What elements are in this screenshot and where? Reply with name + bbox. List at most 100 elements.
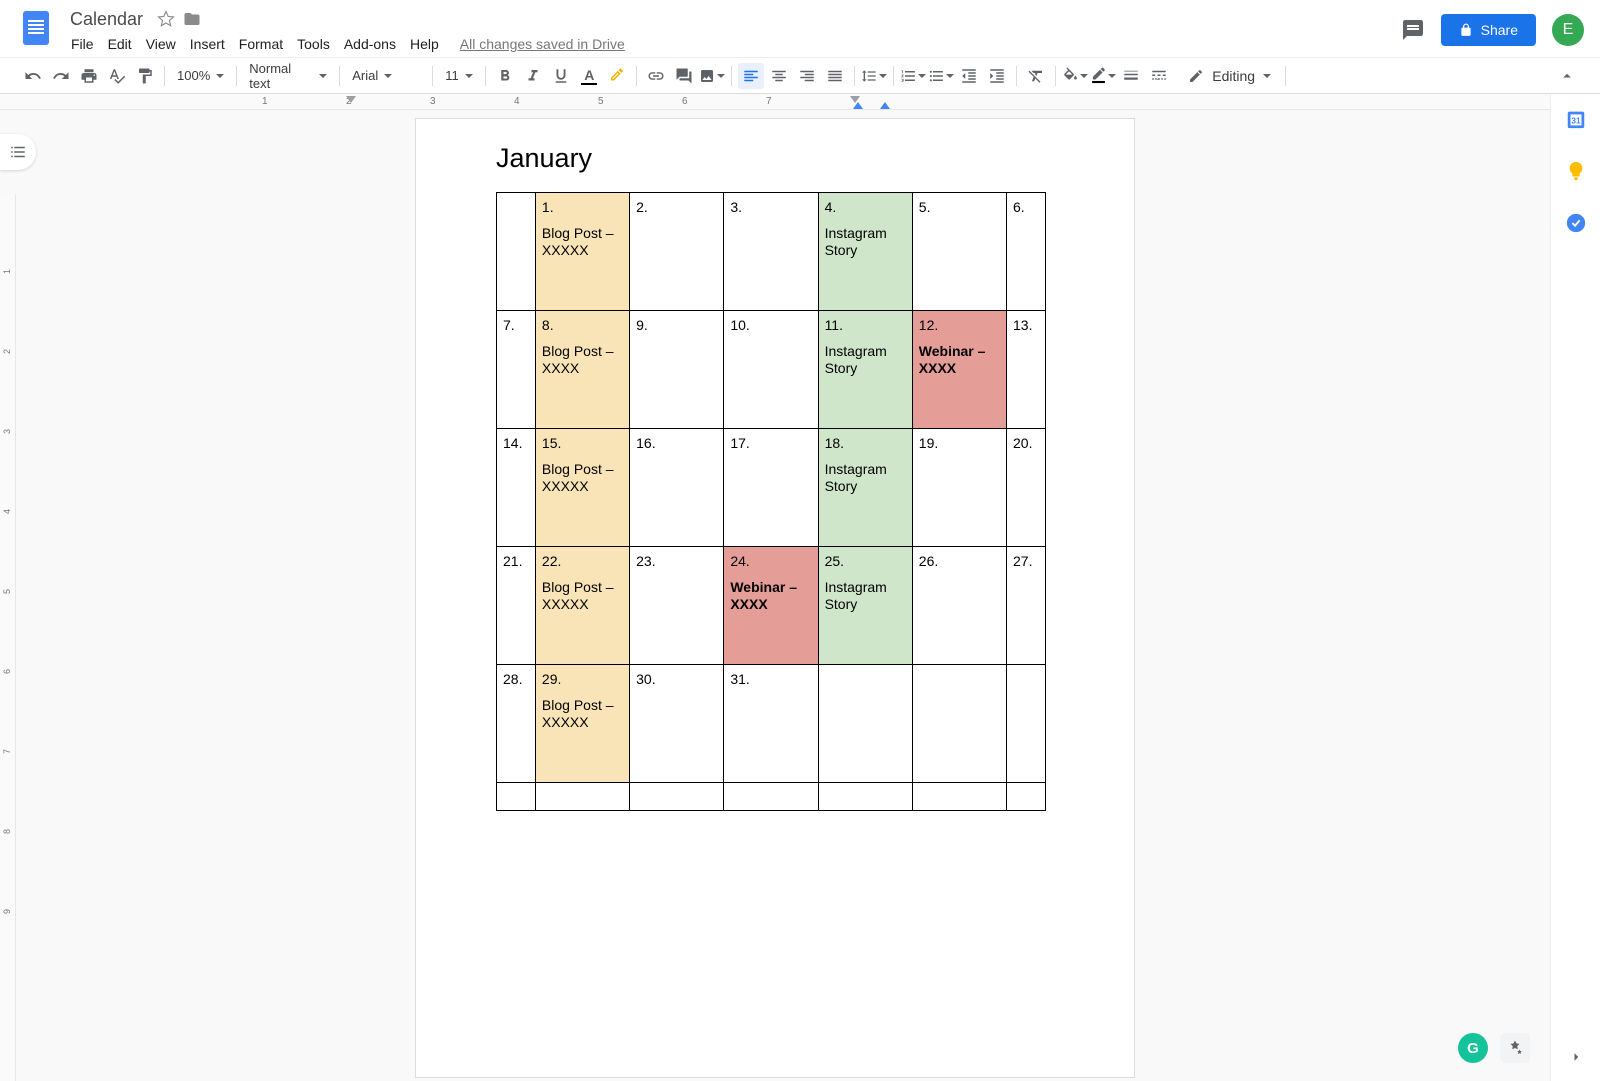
calendar-cell[interactable]: [630, 783, 724, 811]
calendar-cell[interactable]: 28.: [497, 665, 536, 783]
insert-link-button[interactable]: [643, 63, 669, 89]
calendar-cell[interactable]: 25.Instagram Story: [818, 547, 912, 665]
page-scroll-area[interactable]: 1 2 3 4 5 6 7 January 1.Blog Post – XXXX…: [0, 94, 1550, 1081]
calendar-addon-icon[interactable]: 31: [1565, 108, 1587, 130]
star-icon[interactable]: [157, 10, 175, 28]
align-right-button[interactable]: [794, 63, 820, 89]
calendar-cell[interactable]: 7.: [497, 311, 536, 429]
calendar-cell[interactable]: 12.Webinar – XXXX: [912, 311, 1006, 429]
calendar-cell[interactable]: 18.Instagram Story: [818, 429, 912, 547]
calendar-cell[interactable]: 17.: [724, 429, 818, 547]
document-title[interactable]: Calendar: [64, 9, 149, 30]
fill-color-button[interactable]: [1062, 63, 1088, 89]
line-spacing-button[interactable]: [861, 63, 887, 89]
clear-formatting-button[interactable]: [1023, 63, 1049, 89]
border-style-button[interactable]: [1146, 63, 1172, 89]
calendar-cell[interactable]: [724, 783, 818, 811]
menu-help[interactable]: Help: [403, 32, 446, 56]
save-status[interactable]: All changes saved in Drive: [460, 36, 625, 52]
menu-insert[interactable]: Insert: [183, 32, 232, 56]
bold-button[interactable]: [492, 63, 518, 89]
calendar-cell[interactable]: 31.: [724, 665, 818, 783]
calendar-cell[interactable]: 3.: [724, 193, 818, 311]
calendar-cell[interactable]: 20.: [1007, 429, 1046, 547]
spellcheck-button[interactable]: [104, 63, 130, 89]
calendar-cell[interactable]: [818, 783, 912, 811]
undo-button[interactable]: [20, 63, 46, 89]
menu-format[interactable]: Format: [232, 32, 290, 56]
highlight-button[interactable]: [604, 63, 630, 89]
account-avatar[interactable]: E: [1552, 14, 1584, 46]
paragraph-style-select[interactable]: Normal text: [243, 64, 333, 88]
align-left-button[interactable]: [738, 63, 764, 89]
calendar-cell[interactable]: 27.: [1007, 547, 1046, 665]
calendar-cell[interactable]: 4.Instagram Story: [818, 193, 912, 311]
border-color-button[interactable]: [1090, 63, 1116, 89]
paint-format-button[interactable]: [132, 63, 158, 89]
underline-button[interactable]: [548, 63, 574, 89]
calendar-cell[interactable]: 24.Webinar – XXXX: [724, 547, 818, 665]
calendar-table[interactable]: 1.Blog Post – XXXXX2.3.4.Instagram Story…: [496, 192, 1046, 811]
menu-tools[interactable]: Tools: [290, 32, 337, 56]
calendar-cell[interactable]: [912, 665, 1006, 783]
calendar-cell[interactable]: 8.Blog Post – XXXX: [535, 311, 629, 429]
border-width-button[interactable]: [1118, 63, 1144, 89]
menu-addons[interactable]: Add-ons: [337, 32, 403, 56]
menu-view[interactable]: View: [139, 32, 183, 56]
italic-button[interactable]: [520, 63, 546, 89]
font-select[interactable]: Arial: [346, 64, 426, 88]
comments-icon[interactable]: [1401, 18, 1425, 42]
collapse-toolbar-button[interactable]: [1554, 63, 1580, 89]
calendar-cell[interactable]: [497, 783, 536, 811]
calendar-cell[interactable]: 14.: [497, 429, 536, 547]
grammarly-button[interactable]: G: [1458, 1033, 1488, 1063]
side-panel-expand-button[interactable]: [1564, 1045, 1588, 1069]
calendar-cell[interactable]: 10.: [724, 311, 818, 429]
calendar-cell[interactable]: [818, 665, 912, 783]
calendar-cell[interactable]: 21.: [497, 547, 536, 665]
align-center-button[interactable]: [766, 63, 792, 89]
calendar-cell[interactable]: 16.: [630, 429, 724, 547]
calendar-cell[interactable]: 26.: [912, 547, 1006, 665]
mode-select[interactable]: Editing: [1180, 68, 1279, 84]
move-folder-icon[interactable]: [183, 10, 201, 28]
calendar-cell[interactable]: 11.Instagram Story: [818, 311, 912, 429]
calendar-cell[interactable]: 22.Blog Post – XXXXX: [535, 547, 629, 665]
calendar-cell[interactable]: 15.Blog Post – XXXXX: [535, 429, 629, 547]
explore-button[interactable]: [1500, 1033, 1530, 1063]
calendar-cell[interactable]: [1007, 783, 1046, 811]
calendar-cell[interactable]: [1007, 665, 1046, 783]
font-size-select[interactable]: 11: [439, 64, 479, 88]
calendar-cell[interactable]: 19.: [912, 429, 1006, 547]
tasks-addon-icon[interactable]: [1565, 212, 1587, 234]
calendar-cell[interactable]: 23.: [630, 547, 724, 665]
calendar-cell[interactable]: 30.: [630, 665, 724, 783]
bulleted-list-button[interactable]: [928, 63, 954, 89]
docs-logo[interactable]: [16, 8, 56, 48]
horizontal-ruler[interactable]: 1 2 3 4 5 6 7: [0, 94, 1550, 110]
calendar-cell[interactable]: [535, 783, 629, 811]
calendar-cell[interactable]: 6.: [1007, 193, 1046, 311]
print-button[interactable]: [76, 63, 102, 89]
calendar-cell[interactable]: 1.Blog Post – XXXXX: [535, 193, 629, 311]
document-page[interactable]: January 1.Blog Post – XXXXX2.3.4.Instagr…: [415, 118, 1135, 1078]
calendar-cell[interactable]: 9.: [630, 311, 724, 429]
numbered-list-button[interactable]: [900, 63, 926, 89]
insert-comment-button[interactable]: [671, 63, 697, 89]
menu-file[interactable]: File: [64, 32, 101, 56]
menu-edit[interactable]: Edit: [101, 32, 139, 56]
text-color-button[interactable]: A: [576, 63, 602, 89]
calendar-cell[interactable]: 13.: [1007, 311, 1046, 429]
align-justify-button[interactable]: [822, 63, 848, 89]
calendar-cell[interactable]: [912, 783, 1006, 811]
calendar-cell[interactable]: 29.Blog Post – XXXXX: [535, 665, 629, 783]
calendar-cell[interactable]: 2.: [630, 193, 724, 311]
keep-addon-icon[interactable]: [1565, 160, 1587, 182]
decrease-indent-button[interactable]: [956, 63, 982, 89]
share-button[interactable]: Share: [1441, 14, 1536, 46]
increase-indent-button[interactable]: [984, 63, 1010, 89]
calendar-cell[interactable]: [497, 193, 536, 311]
page-title[interactable]: January: [496, 143, 1054, 174]
insert-image-button[interactable]: [699, 63, 725, 89]
redo-button[interactable]: [48, 63, 74, 89]
